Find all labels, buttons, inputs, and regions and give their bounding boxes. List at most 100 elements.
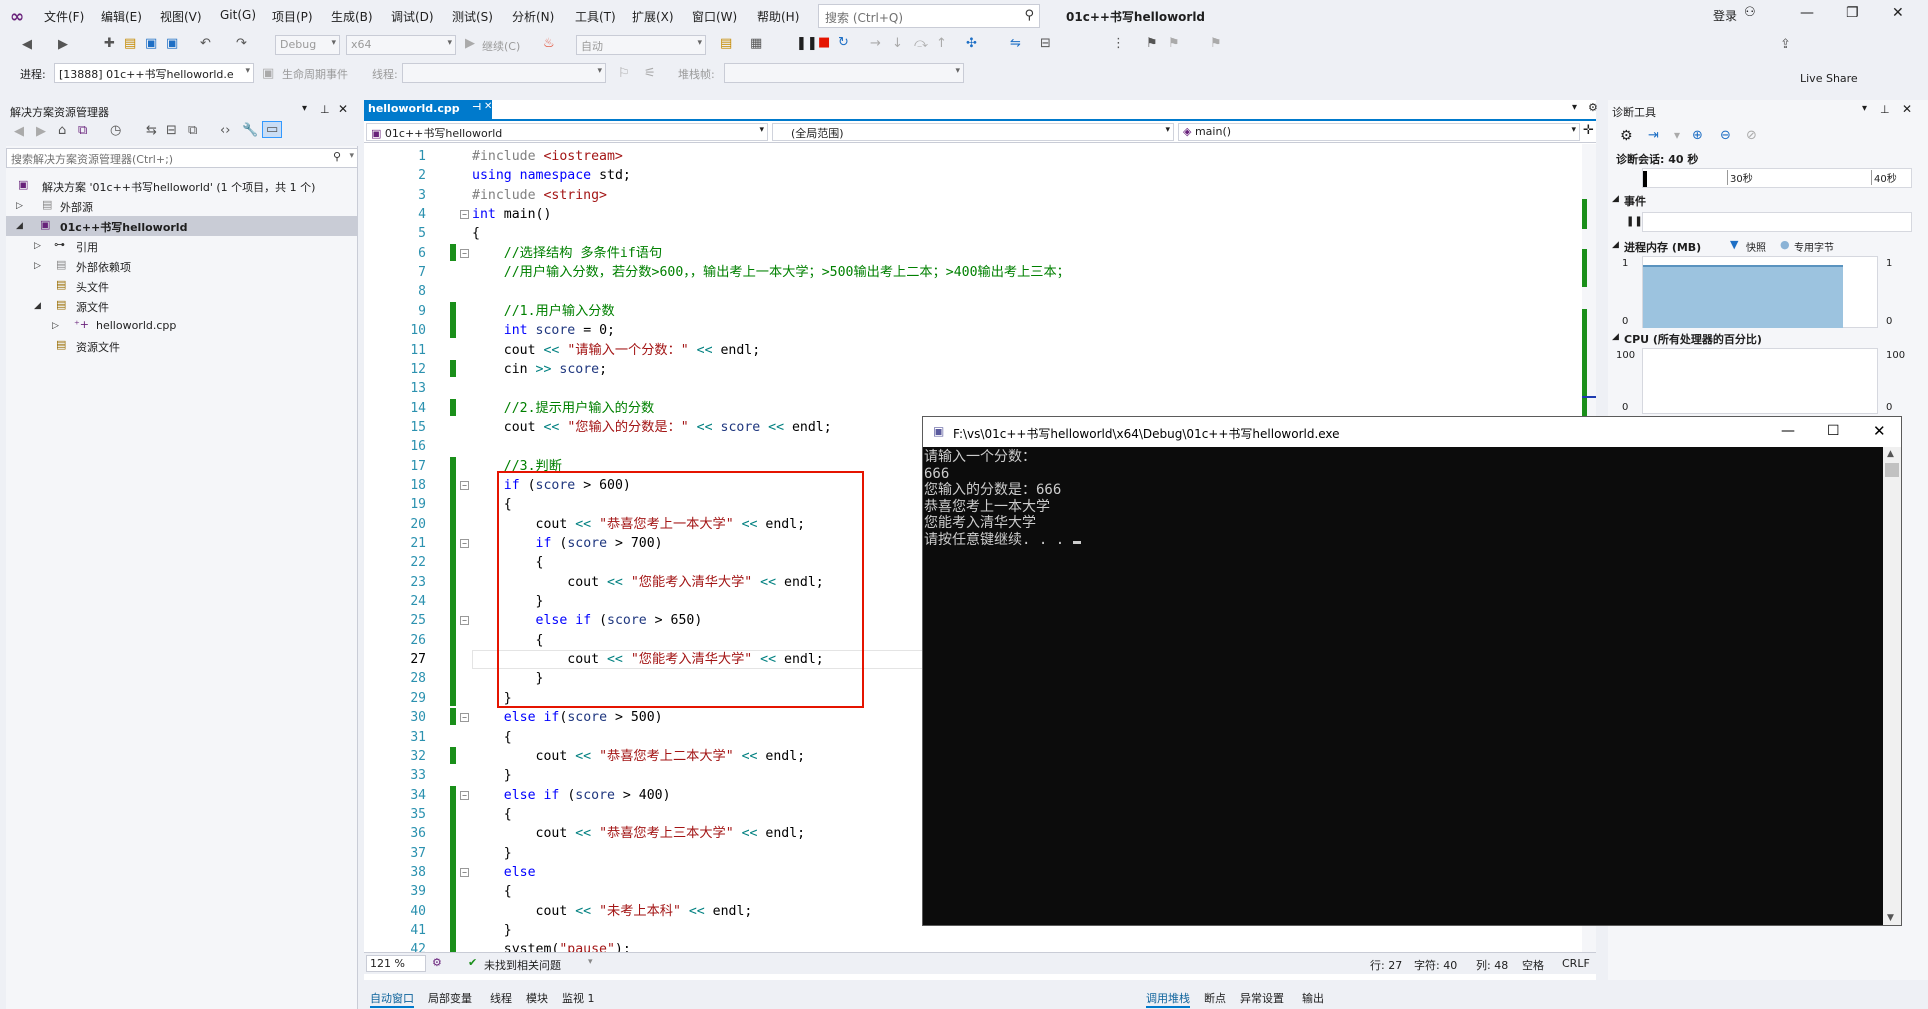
eol-indicator[interactable]: CRLF: [1562, 957, 1590, 970]
undo-icon[interactable]: ↶: [200, 36, 211, 51]
code-line[interactable]: #include <iostream>: [472, 147, 623, 166]
issues-status[interactable]: 未找到相关问题: [484, 957, 561, 973]
code-line[interactable]: cout << "请输入一个分数：" << endl;: [472, 341, 760, 360]
stackframe-select[interactable]: ▾: [724, 63, 964, 83]
thread-select[interactable]: ▾: [402, 63, 606, 83]
config-select[interactable]: Debug ▾: [275, 35, 340, 55]
code-line[interactable]: {: [472, 882, 512, 901]
panel-close-icon[interactable]: ✕: [338, 102, 348, 116]
timeline-ruler[interactable]: 30秒 40秒: [1642, 168, 1912, 188]
continue-button[interactable]: 继续(C): [482, 38, 520, 54]
save-icon[interactable]: ▣: [145, 36, 157, 51]
next-bookmark-icon[interactable]: ⚑: [1210, 36, 1222, 51]
pause-icon[interactable]: ❚❚: [796, 36, 818, 51]
code-line[interactable]: cout << "未考上本科" << endl;: [472, 902, 753, 921]
collapse-icon[interactable]: ◢: [1612, 240, 1619, 250]
step-out-icon[interactable]: ↑: [936, 36, 947, 51]
account-icon[interactable]: ⚇: [1744, 5, 1756, 20]
console-title-bar[interactable]: ▣ F:\vs\01c++书写helloworld\x64\Debug\01c+…: [923, 417, 1901, 447]
tab-locals[interactable]: 局部变量: [428, 990, 472, 1006]
forward-icon[interactable]: ▶: [58, 37, 68, 52]
settings-icon[interactable]: ⚙: [1588, 101, 1598, 114]
nav-project-select[interactable]: ▣ 01c++书写helloworld ▾: [366, 123, 768, 141]
live-share-icon[interactable]: ⇪: [1780, 37, 1791, 52]
nav-member-select[interactable]: ◈ main() ▾: [1178, 123, 1580, 141]
fold-toggle-icon[interactable]: −: [460, 790, 469, 800]
preview-icon[interactable]: ▭: [262, 121, 283, 138]
hex-icon[interactable]: ⇋: [1010, 36, 1021, 51]
console-maximize-button[interactable]: ☐: [1827, 423, 1840, 439]
menu-edit[interactable]: 编辑(E): [101, 8, 142, 25]
tree-item-project[interactable]: ◢ ▣ 01c++书写helloworld: [6, 216, 358, 236]
console-close-button[interactable]: ✕: [1873, 422, 1886, 440]
code-line[interactable]: cout << "恭喜您考上三本大学" << endl;: [472, 824, 806, 843]
code-line[interactable]: }: [472, 766, 512, 785]
console-minimize-button[interactable]: —: [1781, 423, 1795, 439]
collapse-icon[interactable]: ◢: [1612, 194, 1619, 204]
chevron-right-icon[interactable]: ▷: [34, 261, 41, 271]
solution-search-input[interactable]: 搜索解决方案资源管理器(Ctrl+;) ⚲ ▾: [6, 148, 358, 168]
fold-toggle-icon[interactable]: −: [460, 539, 469, 548]
chevron-right-icon[interactable]: ▷: [16, 201, 23, 211]
tab-breakpoints[interactable]: 断点: [1204, 990, 1226, 1006]
select-tools-icon[interactable]: ⇥: [1648, 128, 1659, 143]
whitespace-indicator[interactable]: 空格: [1522, 957, 1544, 973]
chevron-right-icon[interactable]: ▷: [52, 321, 59, 331]
char-indicator[interactable]: 字符: 40: [1414, 957, 1457, 973]
console-scrollbar[interactable]: ▲ ▼: [1883, 447, 1901, 925]
code-line[interactable]: int main(): [472, 205, 551, 224]
fold-toggle-icon[interactable]: −: [460, 713, 469, 723]
code-line[interactable]: int score = 0;: [472, 321, 615, 340]
diagnostics-icon[interactable]: ✣: [966, 36, 977, 51]
open-folder-icon[interactable]: ▤: [124, 36, 136, 51]
show-all-files-icon[interactable]: ⧉: [188, 123, 197, 138]
code-line[interactable]: }: [472, 921, 512, 940]
pin-icon[interactable]: ⊥: [320, 103, 330, 116]
chevron-down-icon[interactable]: ◢: [16, 221, 23, 231]
cpu-graph[interactable]: [1642, 348, 1878, 414]
col-indicator[interactable]: 列: 48: [1476, 957, 1508, 973]
back-icon[interactable]: ◀: [22, 37, 32, 52]
minimize-button[interactable]: —: [1800, 5, 1814, 21]
menu-git[interactable]: Git(G): [220, 8, 256, 22]
nav-scope-select[interactable]: (全局范围) ▾: [772, 123, 1174, 141]
code-line[interactable]: cin >> score;: [472, 360, 607, 379]
code-line[interactable]: else: [472, 863, 536, 882]
tab-helloworld-cpp[interactable]: helloworld.cpp ⊣ ✕: [364, 100, 492, 119]
code-line[interactable]: cout << "恭喜您考上二本大学" << endl;: [472, 747, 806, 766]
tab-call-stack[interactable]: 调用堆栈: [1146, 990, 1190, 1008]
prev-bookmark-icon[interactable]: ⚑: [1168, 36, 1180, 51]
menu-project[interactable]: 项目(P): [272, 8, 313, 25]
process-select[interactable]: [13888] 01c++书写helloworld.e ▾: [54, 63, 254, 83]
back-icon[interactable]: ◀: [14, 124, 24, 139]
menu-extensions[interactable]: 扩展(X): [632, 8, 674, 25]
code-line[interactable]: {: [472, 224, 480, 243]
settings-icon[interactable]: ⚙: [1620, 128, 1633, 144]
show-next-statement-icon[interactable]: →: [870, 36, 881, 51]
menu-window[interactable]: 窗口(W): [692, 8, 737, 25]
chevron-down-icon[interactable]: ◢: [34, 301, 41, 311]
tab-modules[interactable]: 模块: [526, 990, 548, 1006]
layout-icon[interactable]: ▦: [750, 36, 762, 51]
menu-test[interactable]: 测试(S): [452, 8, 493, 25]
close-icon[interactable]: ✕: [484, 101, 492, 112]
menu-analyze[interactable]: 分析(N): [512, 8, 554, 25]
tab-threads[interactable]: 线程: [490, 990, 512, 1006]
zoom-select[interactable]: 121 %: [366, 955, 426, 972]
code-line[interactable]: {: [472, 805, 512, 824]
menu-tools[interactable]: 工具(T): [575, 8, 616, 25]
pin-icon[interactable]: ⊣: [472, 102, 481, 113]
code-line[interactable]: //2.提示用户输入的分数: [472, 399, 654, 418]
panel-close-icon[interactable]: ✕: [1902, 102, 1912, 116]
fold-toggle-icon[interactable]: −: [460, 616, 469, 626]
scroll-down-icon[interactable]: ▼: [1887, 913, 1894, 923]
collapse-icon[interactable]: ◢: [1612, 332, 1619, 342]
switch-views-icon[interactable]: ⧉: [78, 123, 87, 138]
filter-icon[interactable]: ⚟: [644, 66, 656, 81]
scroll-thumb[interactable]: [1885, 463, 1899, 477]
lifecycle-icon[interactable]: ▣: [262, 66, 274, 81]
code-line[interactable]: {: [472, 728, 512, 747]
live-share-button[interactable]: Live Share: [1800, 72, 1858, 85]
tree-item-resource-files[interactable]: ▤ 资源文件: [6, 336, 358, 356]
hot-reload-icon[interactable]: ♨: [543, 36, 555, 51]
